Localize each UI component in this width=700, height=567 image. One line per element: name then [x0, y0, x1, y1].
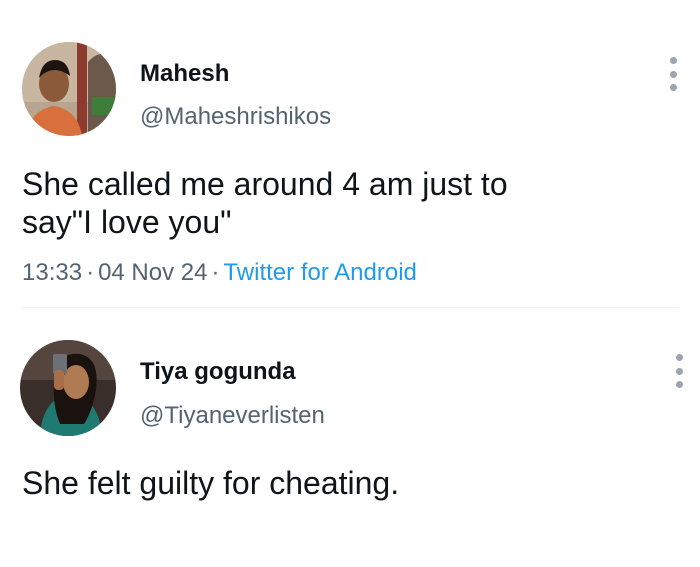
handle[interactable]: @Tiyaneverlisten [140, 402, 325, 430]
tweet-meta: 13:33 · 04 Nov 24 · Twitter for Android [22, 259, 417, 287]
tweet-text-line: She felt guilty for cheating. [22, 465, 400, 501]
display-name[interactable]: Tiya gogunda [140, 358, 296, 386]
display-name[interactable]: Mahesh [140, 60, 229, 88]
tweet-date[interactable]: 04 Nov 24 [98, 259, 207, 286]
tweet-time[interactable]: 13:33 [22, 259, 82, 286]
tweet[interactable]: Mahesh @Maheshrishikos She called me aro… [0, 0, 700, 308]
tweet-text-line: She called me around 4 am just to [22, 166, 508, 202]
tweet-text-line: say"I love you" [22, 204, 232, 240]
meta-separator: · [211, 259, 220, 286]
avatar[interactable] [20, 340, 116, 436]
avatar[interactable] [22, 42, 116, 136]
meta-separator: · [86, 259, 95, 286]
handle[interactable]: @Maheshrishikos [140, 103, 331, 131]
tweet-text: She felt guilty for cheating. [22, 464, 399, 502]
tweet[interactable]: Tiya gogunda @Tiyaneverlisten She felt g… [0, 308, 700, 567]
more-vertical-icon[interactable] [665, 57, 681, 91]
tweet-source-link[interactable]: Twitter for Android [223, 259, 416, 286]
tweet-text: She called me around 4 am just to say"I … [22, 165, 508, 241]
more-vertical-icon[interactable] [671, 354, 687, 388]
